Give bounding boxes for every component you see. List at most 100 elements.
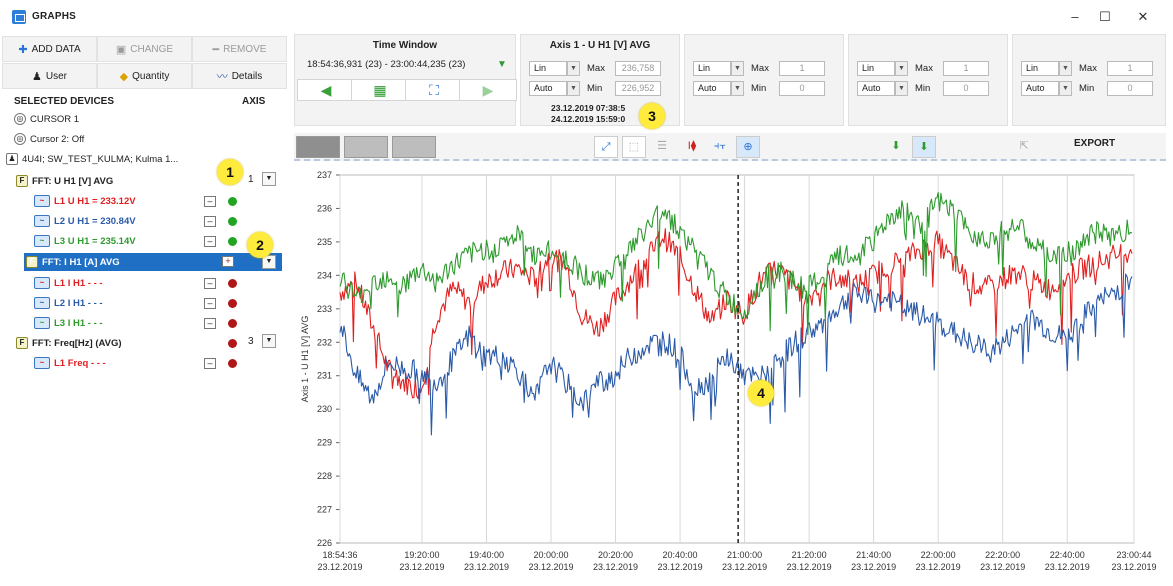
- user-button[interactable]: ♟ User: [2, 63, 97, 89]
- layout-grid-button[interactable]: [344, 136, 388, 158]
- chevron-down-icon[interactable]: ▼: [567, 61, 580, 76]
- y-tick-label: 231: [317, 371, 332, 381]
- cursor-marker-icon[interactable]: I⧫: [680, 136, 704, 158]
- visible-dot-l3-i[interactable]: [228, 319, 237, 328]
- details-button[interactable]: 〰 Details: [192, 63, 287, 89]
- axis1-max-field[interactable]: 236,758: [615, 61, 661, 76]
- hide-l2-i-toggle[interactable]: –: [204, 298, 216, 309]
- axis4-mode-select[interactable]: Auto: [1021, 81, 1059, 96]
- quantity-button[interactable]: ◆ Quantity: [97, 63, 192, 89]
- minimize-button[interactable]: –: [1060, 6, 1090, 28]
- axis2-scale-select[interactable]: Lin: [693, 61, 731, 76]
- hide-l3-u-toggle[interactable]: –: [204, 236, 216, 247]
- arrow-left-icon: ◀: [320, 81, 332, 98]
- remove-button[interactable]: ━ REMOVE: [192, 36, 287, 62]
- axis1-min-field[interactable]: 226,952: [615, 81, 661, 96]
- callout-badge-1: 1: [217, 159, 243, 185]
- hide-fft-i-toggle[interactable]: +: [222, 256, 234, 267]
- line-chart[interactable]: 237 236 235 234 233 232 231 230 229 228 227 226 18:5…: [294, 163, 1166, 583]
- chevron-down-icon[interactable]: ▼: [895, 81, 908, 96]
- l1-i-label: L1 I H1 - - -: [54, 277, 103, 289]
- channel-icon: ~: [34, 235, 50, 247]
- layout-rows-button[interactable]: [392, 136, 436, 158]
- export-icon[interactable]: ⇱: [1012, 136, 1036, 158]
- layout-single-button[interactable]: [296, 136, 340, 158]
- fft-icon: F: [16, 337, 28, 349]
- chevron-down-icon[interactable]: ▼: [731, 81, 744, 96]
- arrow-right-icon: ▶: [482, 81, 494, 98]
- x-tick-date: 23.12.2019: [1045, 562, 1090, 572]
- axis3-max-field[interactable]: 1: [943, 61, 989, 76]
- visible-dot-l2-i[interactable]: [228, 299, 237, 308]
- axis3-scale-select[interactable]: Lin: [857, 61, 895, 76]
- tree-item-l1-i[interactable]: ~ L1 I H1 - - -: [34, 274, 324, 292]
- chevron-down-icon[interactable]: ▼: [895, 61, 908, 76]
- tree-item-l3-u[interactable]: ~ L3 U H1 = 235.14V: [34, 232, 324, 250]
- axis4-min-field[interactable]: 0: [1107, 81, 1153, 96]
- axis4-max-field[interactable]: 1: [1107, 61, 1153, 76]
- tree-item-cursor2[interactable]: ◎ Cursor 2: Off: [14, 130, 304, 148]
- chevron-down-icon[interactable]: ▼: [1059, 61, 1072, 76]
- calendar-button[interactable]: ▦: [351, 79, 409, 101]
- axis1-date-start: 23.12.2019 07:38:5: [551, 103, 626, 113]
- maximize-button[interactable]: ☐: [1090, 6, 1120, 28]
- download-icon[interactable]: ⬇: [884, 136, 908, 158]
- chevron-down-icon[interactable]: ▼: [731, 61, 744, 76]
- export-button[interactable]: EXPORT: [1074, 138, 1115, 149]
- y-tick-label: 234: [317, 270, 332, 280]
- l2-i-label: L2 I H1 - - -: [54, 297, 103, 309]
- hide-l1-i-toggle[interactable]: –: [204, 278, 216, 289]
- visible-dot-l1-u[interactable]: [228, 197, 237, 206]
- close-button[interactable]: ✕: [1128, 6, 1158, 28]
- chart-area[interactable]: 237 236 235 234 233 232 231 230 229 228 227 226 18:5…: [294, 163, 1166, 583]
- axis4-scale-select[interactable]: Lin: [1021, 61, 1059, 76]
- cursor-move-icon[interactable]: ⊕: [736, 136, 760, 158]
- visible-dot-l1-freq[interactable]: [228, 359, 237, 368]
- x-tick-label: 20:00:00: [533, 550, 568, 560]
- series-line-l3-u-h1: [339, 191, 1133, 336]
- axis3-mode-select[interactable]: Auto: [857, 81, 895, 96]
- time-window-range[interactable]: 18:54:36,931 (23) - 23:00:44,235 (23): [307, 59, 465, 70]
- hide-l3-i-toggle[interactable]: –: [204, 318, 216, 329]
- tree-item-device[interactable]: ♟ 4U4I; SW_TEST_KULMA; Kulma 1...: [6, 150, 296, 168]
- lines-icon[interactable]: ☰: [650, 136, 674, 158]
- visible-dot-fft-freq[interactable]: [228, 339, 237, 348]
- axis2-max-field[interactable]: 1: [779, 61, 825, 76]
- download-all-icon[interactable]: ⬇: [912, 136, 936, 158]
- next-window-button[interactable]: ▶: [459, 79, 517, 101]
- x-tick-label: 23:00:44: [1116, 550, 1151, 560]
- tree-item-l2-u[interactable]: ~ L2 U H1 = 230.84V: [34, 212, 324, 230]
- axis1-mode-select[interactable]: Auto: [529, 81, 567, 96]
- zoom-area-icon[interactable]: ⤢: [594, 136, 618, 158]
- axis2-min-field[interactable]: 0: [779, 81, 825, 96]
- select-icon[interactable]: ⬚: [622, 136, 646, 158]
- cursor-pair-icon[interactable]: ⫞⫟: [708, 136, 732, 158]
- tree-item-fft-i[interactable]: F FFT: I H1 [A] AVG: [24, 253, 282, 271]
- hide-l1-freq-toggle[interactable]: –: [204, 358, 216, 369]
- tree-item-l3-i[interactable]: ~ L3 I H1 - - -: [34, 314, 324, 332]
- details-label: Details: [231, 70, 263, 82]
- visible-dot-l2-u[interactable]: [228, 217, 237, 226]
- hide-l1-u-toggle[interactable]: –: [204, 196, 216, 207]
- x-tick-label: 21:00:00: [727, 550, 762, 560]
- axis3-min-field[interactable]: 0: [943, 81, 989, 96]
- axis-dropdown-f[interactable]: ▼: [262, 334, 276, 348]
- tree-item-cursor1[interactable]: ◎ CURSOR 1: [14, 110, 304, 128]
- visible-dot-l1-i[interactable]: [228, 279, 237, 288]
- tree-item-l2-i[interactable]: ~ L2 I H1 - - -: [34, 294, 324, 312]
- hide-l2-u-toggle[interactable]: –: [204, 216, 216, 227]
- visible-dot-l3-u[interactable]: [228, 237, 237, 246]
- add-data-button[interactable]: ✚ ADD DATA: [2, 36, 97, 62]
- range-dropdown-icon[interactable]: ▼: [497, 59, 507, 70]
- tree-item-l1-freq[interactable]: ~ L1 Freq - - -: [34, 354, 324, 372]
- axis-dropdown-u[interactable]: ▼: [262, 172, 276, 186]
- change-button[interactable]: ▣ CHANGE: [97, 36, 192, 62]
- axis2-mode-select[interactable]: Auto: [693, 81, 731, 96]
- chevron-down-icon[interactable]: ▼: [567, 81, 580, 96]
- axis1-scale-select[interactable]: Lin: [529, 61, 567, 76]
- chevron-down-icon[interactable]: ▼: [1059, 81, 1072, 96]
- prev-window-button[interactable]: ◀: [297, 79, 355, 101]
- fit-window-button[interactable]: ⛶: [405, 79, 463, 101]
- tree-item-l1-u[interactable]: ~ L1 U H1 = 233.12V: [34, 192, 324, 210]
- change-label: CHANGE: [130, 43, 174, 55]
